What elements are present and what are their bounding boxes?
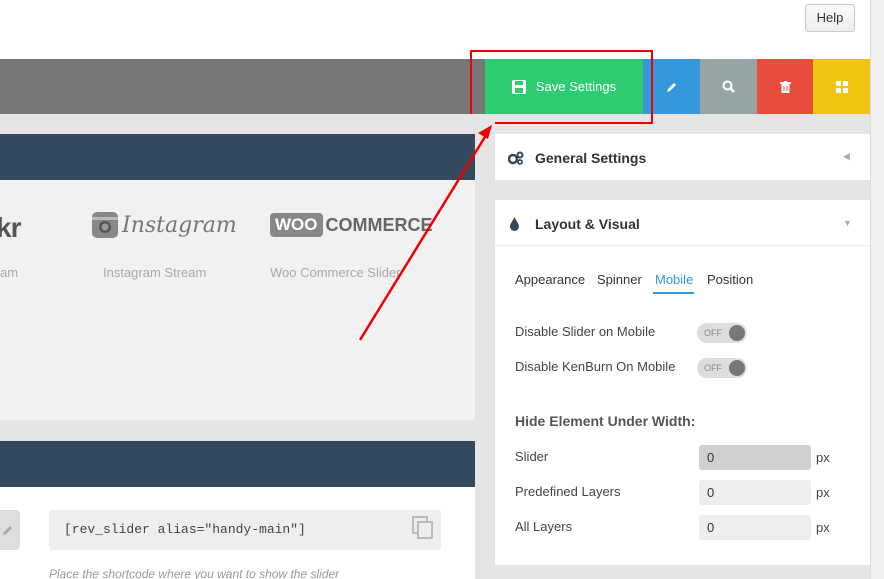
annotation-arrow [358,125,492,341]
